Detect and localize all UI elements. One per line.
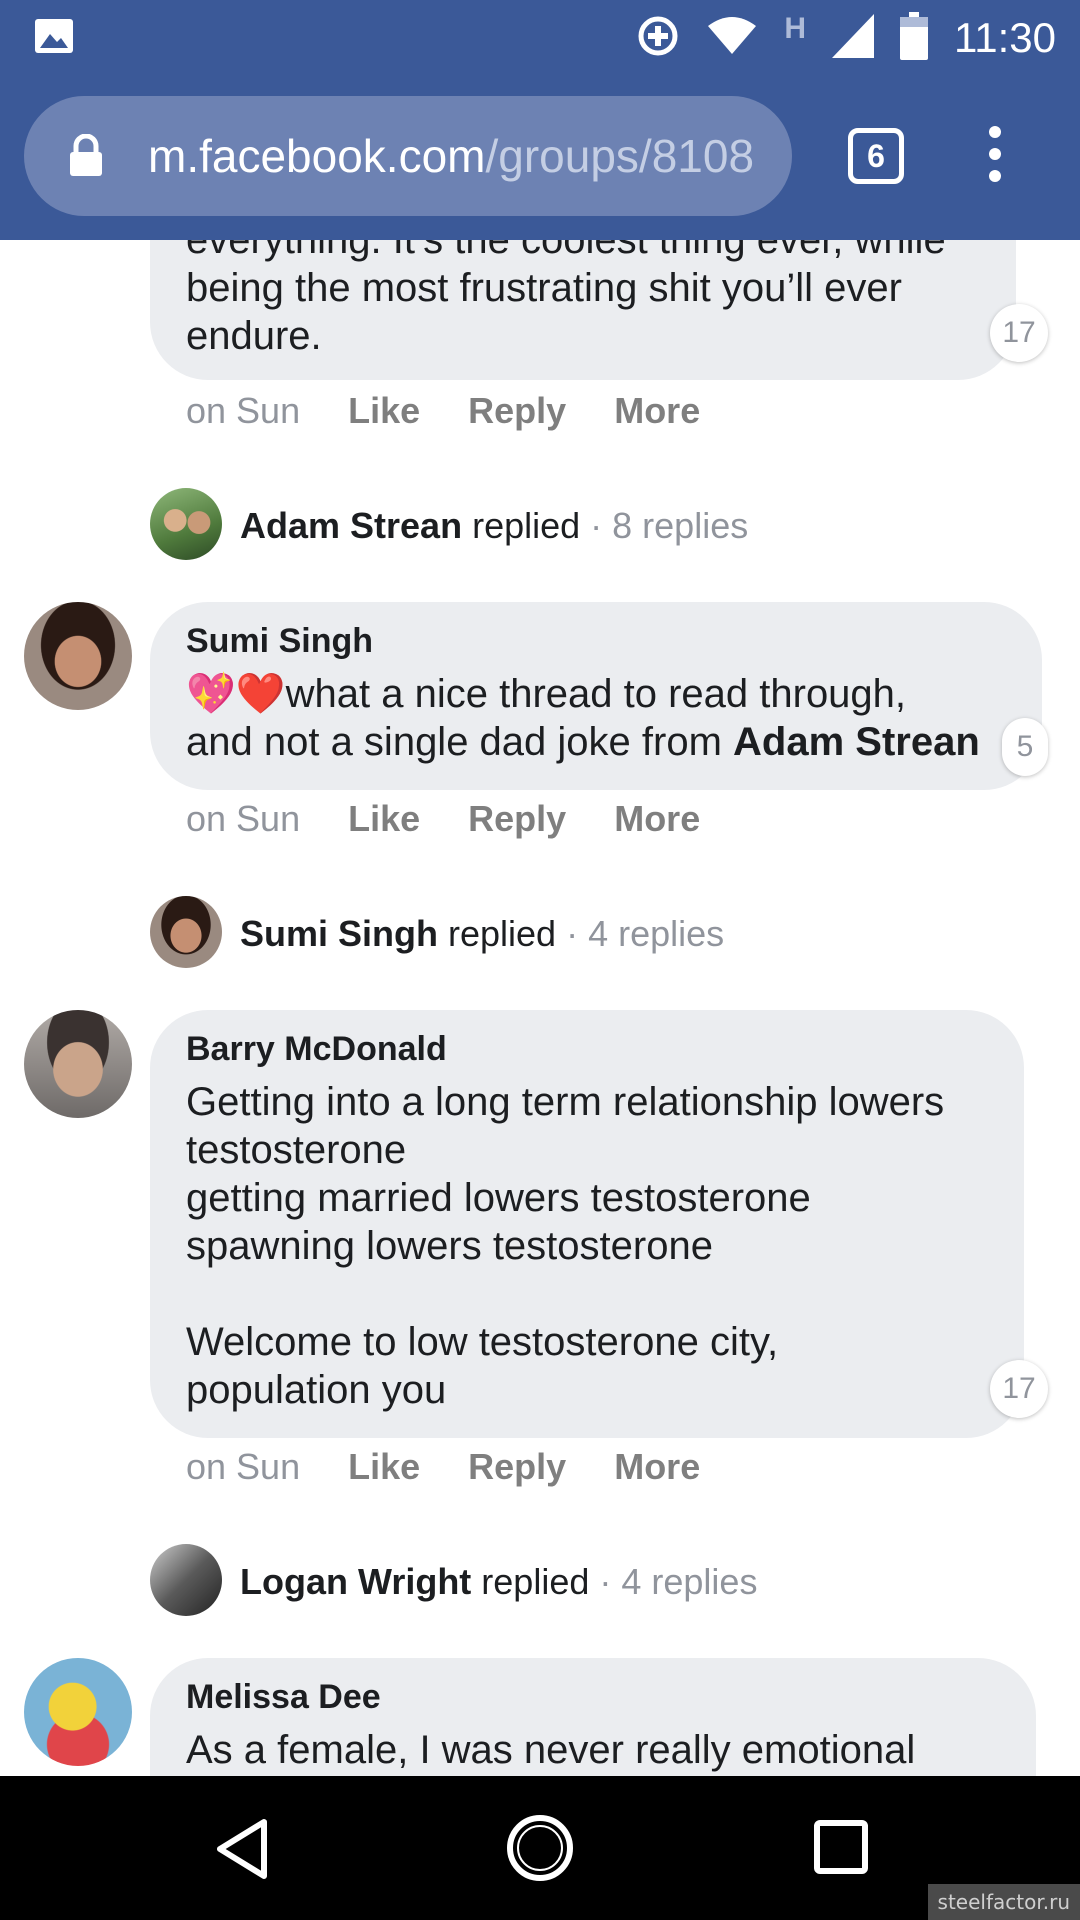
- lock-icon: [64, 126, 110, 186]
- navigation-bar: steelfactor.ru: [0, 1776, 1080, 1920]
- gallery-notification-icon: [34, 18, 74, 59]
- red-heart-icon: ❤️: [235, 672, 286, 716]
- avatar[interactable]: [150, 1544, 222, 1616]
- reply-author[interactable]: Adam Strean: [240, 505, 462, 547]
- data-saver-icon: [636, 14, 680, 63]
- comment-author[interactable]: Sumi Singh: [186, 622, 373, 661]
- avatar[interactable]: [150, 896, 222, 968]
- clock: 11:30: [954, 14, 1056, 61]
- reply-summary[interactable]: Adam Strean replied · 8 replies: [240, 500, 748, 552]
- watermark: steelfactor.ru: [927, 1884, 1080, 1920]
- more-button[interactable]: More: [614, 798, 700, 840]
- avatar[interactable]: [150, 488, 222, 560]
- like-button[interactable]: Like: [348, 798, 420, 840]
- recents-icon[interactable]: [814, 1820, 868, 1879]
- status-bar: H 11:30: [0, 0, 1080, 76]
- address-bar[interactable]: m.facebook.com/groups/8108: [24, 96, 792, 216]
- avatar[interactable]: [24, 1658, 132, 1766]
- like-button[interactable]: Like: [348, 390, 420, 432]
- reply-button[interactable]: Reply: [468, 390, 566, 432]
- reply-count[interactable]: · 4 replies: [599, 1561, 757, 1603]
- reply-summary[interactable]: Sumi Singh replied · 4 replies: [240, 908, 724, 960]
- comment-author[interactable]: Barry McDonald: [186, 1030, 447, 1069]
- mention-link[interactable]: Adam Strean: [733, 720, 980, 764]
- reply-button[interactable]: Reply: [468, 1446, 566, 1488]
- comment-bubble: Barry McDonald Getting into a long term …: [150, 1010, 1024, 1438]
- reply-count[interactable]: · 4 replies: [566, 913, 724, 955]
- comments-feed: everything. It’s the coolest thing ever,…: [0, 240, 1080, 1776]
- browser-toolbar: m.facebook.com/groups/8108 6: [0, 76, 1080, 240]
- comment-text: As a female, I was never really emotiona…: [186, 1728, 916, 1772]
- more-options-icon[interactable]: [980, 126, 1010, 186]
- reply-button[interactable]: Reply: [468, 798, 566, 840]
- reply-verb: replied: [448, 913, 557, 954]
- wifi-icon: [706, 16, 758, 61]
- reply-verb: replied: [481, 1561, 590, 1602]
- comment-bubble: Melissa Dee As a female, I was never rea…: [150, 1658, 1036, 1776]
- comment-timestamp: on Sun: [186, 1446, 301, 1487]
- reaction-count-badge[interactable]: 17: [990, 304, 1048, 362]
- comment-timestamp: on Sun: [186, 798, 301, 839]
- like-button[interactable]: Like: [348, 1446, 420, 1488]
- home-icon[interactable]: [506, 1814, 574, 1887]
- reply-count[interactable]: · 8 replies: [590, 505, 748, 547]
- comment-text: Getting into a long term relationship lo…: [186, 1080, 945, 1412]
- reply-verb: replied: [472, 505, 581, 546]
- comment-bubble: everything. It’s the coolest thing ever,…: [150, 240, 1016, 380]
- url-text: m.facebook.com/groups/8108: [148, 130, 755, 182]
- reply-author[interactable]: Sumi Singh: [240, 913, 438, 955]
- back-icon[interactable]: [214, 1818, 270, 1885]
- comment-actions: on Sun Like Reply More: [186, 390, 700, 432]
- cell-signal-icon: [832, 13, 874, 63]
- reaction-count-badge[interactable]: 17: [990, 1360, 1048, 1418]
- comment-actions: on Sun Like Reply More: [186, 798, 700, 840]
- comment-text: being the most frustrating shit you’ll e…: [186, 266, 902, 358]
- reply-author[interactable]: Logan Wright: [240, 1561, 471, 1603]
- avatar[interactable]: [24, 1010, 132, 1118]
- more-button[interactable]: More: [614, 390, 700, 432]
- reaction-count-badge[interactable]: 5: [1002, 718, 1048, 776]
- comment-text-partial-top: everything. It’s the coolest thing ever,…: [186, 240, 946, 262]
- tab-switcher-button[interactable]: 6: [848, 128, 904, 184]
- comment-text: 💖❤️what a nice thread to read through, a…: [186, 672, 980, 764]
- reply-summary[interactable]: Logan Wright replied · 4 replies: [240, 1556, 757, 1608]
- comment-timestamp: on Sun: [186, 390, 301, 431]
- more-button[interactable]: More: [614, 1446, 700, 1488]
- network-type-label: H: [784, 12, 806, 45]
- comment-actions: on Sun Like Reply More: [186, 1446, 700, 1488]
- battery-icon: [900, 11, 928, 65]
- avatar[interactable]: [24, 602, 132, 710]
- sparkling-heart-icon: 💖: [186, 672, 236, 716]
- comment-bubble: Sumi Singh 💖❤️what a nice thread to read…: [150, 602, 1042, 790]
- comment-author[interactable]: Melissa Dee: [186, 1678, 381, 1717]
